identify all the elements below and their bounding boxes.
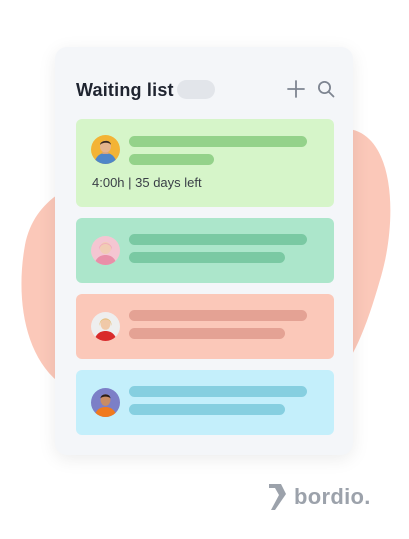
- bordio-logo: bordio.: [266, 480, 371, 514]
- avatar: [91, 312, 120, 341]
- title-placeholder-bar: [129, 386, 307, 397]
- bordio-mark-icon: [269, 484, 286, 510]
- title-placeholder-bar: [129, 310, 307, 321]
- plus-icon: [287, 80, 305, 98]
- title-placeholder-bar: [129, 234, 307, 245]
- avatar: [91, 388, 120, 417]
- task-card[interactable]: [76, 294, 334, 359]
- time-estimate: 4:00h | 35 days left: [92, 175, 202, 190]
- avatar: [91, 236, 120, 265]
- subtitle-placeholder-bar: [129, 404, 285, 415]
- task-card[interactable]: [76, 218, 334, 283]
- waiting-list-panel: Waiting list 4:00h | 35 days left: [55, 47, 353, 455]
- subtitle-placeholder-bar: [129, 154, 214, 165]
- panel-title: Waiting list: [76, 80, 174, 100]
- subtitle-placeholder-bar: [129, 328, 285, 339]
- panel-header: Waiting list: [76, 79, 336, 101]
- search-button[interactable]: [316, 79, 336, 99]
- avatar: [91, 135, 120, 164]
- add-button[interactable]: [286, 79, 306, 99]
- subtitle-placeholder-bar: [129, 252, 285, 263]
- task-card[interactable]: [76, 370, 334, 435]
- logo-text: bordio.: [294, 484, 371, 509]
- search-icon: [318, 81, 335, 98]
- count-badge: [177, 80, 215, 99]
- title-placeholder-bar: [129, 136, 307, 147]
- task-card[interactable]: 4:00h | 35 days left: [76, 119, 334, 207]
